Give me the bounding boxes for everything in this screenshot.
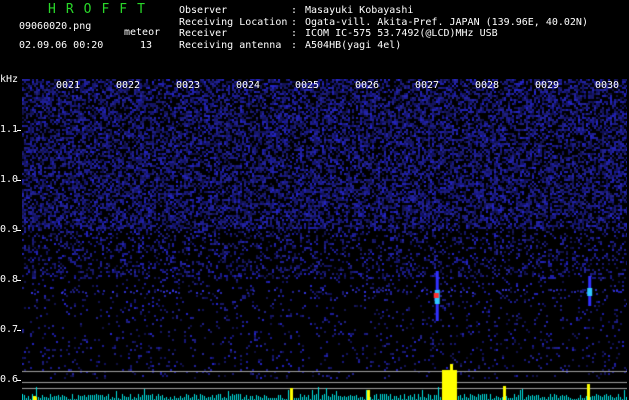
info-row-observer: Observer : Masayuki Kobayashi [179, 5, 588, 17]
info-label: Receiving antenna [179, 39, 282, 51]
info-row-antenna: Receiving antenna : A504HB(yagi 4el) [179, 40, 588, 52]
y-axis-unit: kHz [0, 74, 19, 85]
y-tick-label: 1.1 [0, 124, 19, 135]
info-label: Observer [179, 5, 228, 16]
time-tick-label: 0022 [116, 80, 141, 91]
info-separator: : [291, 16, 298, 28]
file-name: 09060020.png [19, 21, 92, 32]
time-tick-label: 0026 [355, 80, 380, 91]
info-separator: : [291, 28, 298, 39]
info-separator: : [291, 5, 298, 16]
station-info: Observer : Masayuki Kobayashi Receiving … [179, 5, 588, 51]
y-tick-label: 0.7 [0, 324, 19, 335]
info-label: Receiving Location [179, 16, 288, 28]
info-value: A504HB(yagi 4el) [305, 39, 402, 51]
spectrogram-canvas [22, 79, 627, 400]
time-tick-label: 0027 [415, 80, 440, 91]
meteor-label: meteor [124, 27, 161, 38]
info-value: Ogata-vill. Akita-Pref. JAPAN (139.96E, … [305, 16, 588, 28]
info-value: Masayuki Kobayashi [305, 5, 414, 16]
y-tick-mark [17, 280, 21, 281]
info-separator: : [291, 39, 298, 51]
info-value: ICOM IC-575 53.7492(@LCD)MHz USB [305, 28, 498, 39]
y-tick-label: 0.9 [0, 224, 19, 235]
app-title: HROFFT [48, 2, 155, 17]
time-tick-label: 0029 [535, 80, 560, 91]
info-row-location: Receiving Location : Ogata-vill. Akita-P… [179, 17, 588, 29]
time-tick-label: 0023 [176, 80, 201, 91]
time-tick-label: 0024 [236, 80, 261, 91]
time-tick-label: 0028 [475, 80, 500, 91]
info-label: Receiver [179, 28, 228, 39]
info-row-receiver: Receiver : ICOM IC-575 53.7492(@LCD)MHz … [179, 28, 588, 40]
frequency-axis: kHz 1.1 1.0 0.9 0.8 0.7 0.6 [0, 72, 22, 400]
y-tick-label: 0.6 [0, 374, 19, 385]
y-tick-mark [17, 130, 21, 131]
meteor-count: 13 [140, 40, 153, 51]
y-tick-mark [17, 230, 21, 231]
time-tick-label: 0021 [56, 80, 81, 91]
hrofft-screen: { "header": { "app_title": "HROFFT", "fi… [0, 0, 629, 400]
time-tick-label: 0025 [295, 80, 320, 91]
y-tick-label: 0.8 [0, 274, 19, 285]
y-tick-label: 1.0 [0, 174, 19, 185]
datetime: 02.09.06 00:20 [19, 40, 104, 51]
y-tick-mark [17, 380, 21, 381]
y-tick-mark [17, 180, 21, 181]
y-tick-mark [17, 330, 21, 331]
time-tick-label: 0030 [595, 80, 620, 91]
